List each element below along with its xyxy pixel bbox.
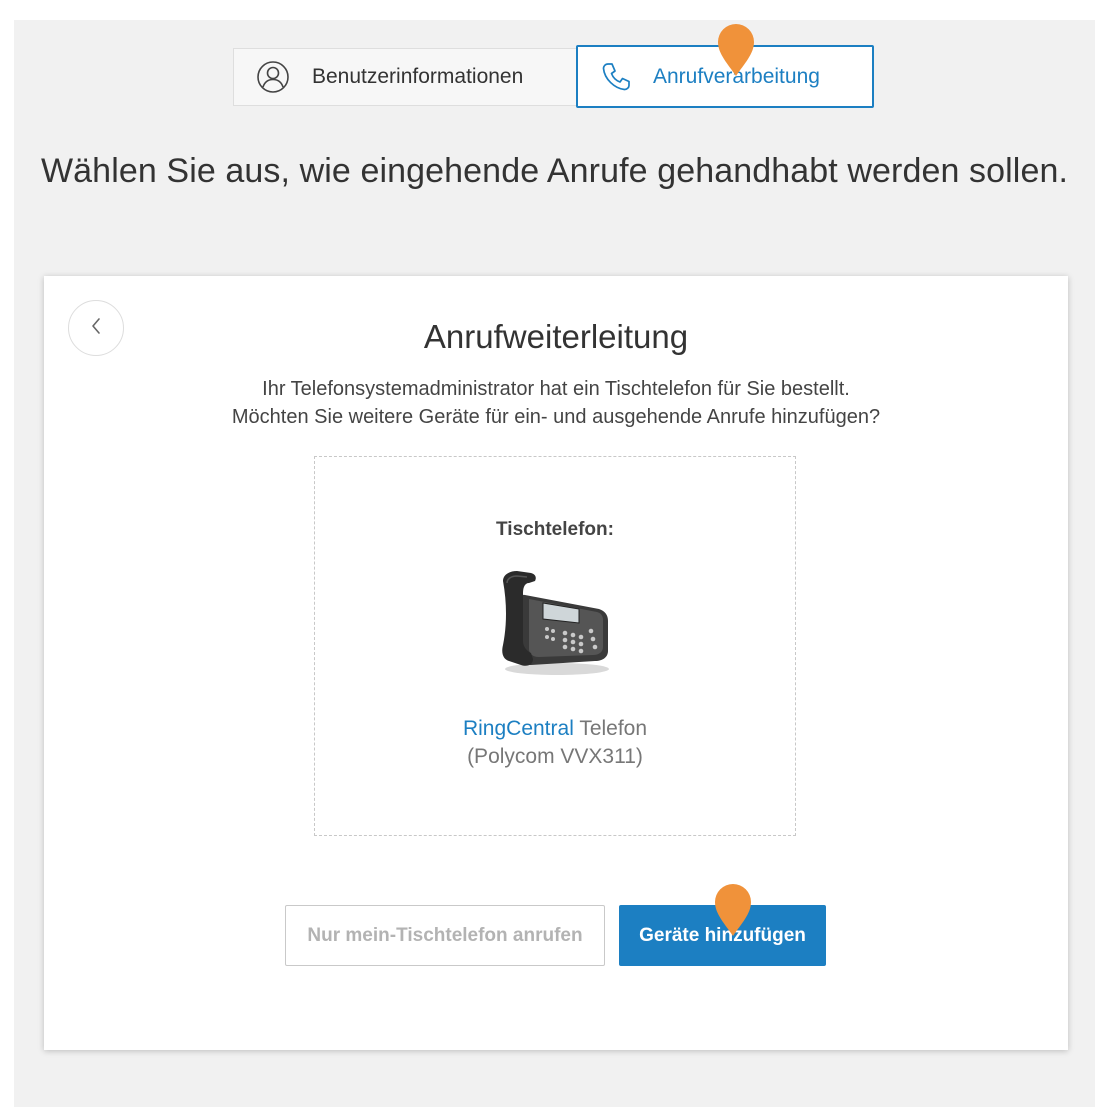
user-circle-icon	[256, 60, 290, 94]
device-box: Tischtelefon: RingCentral Telefon (Polyc…	[314, 456, 796, 836]
card-description: Ihr Telefonsystemadministrator hat ein T…	[44, 375, 1068, 431]
orange-marker-icon	[715, 884, 751, 936]
call-forwarding-card: Anrufweiterleitung Ihr Telefonsystemadmi…	[44, 276, 1068, 1050]
page-headline: Wählen Sie aus, wie eingehende Anrufe ge…	[40, 152, 1069, 190]
desk-phone-image	[502, 571, 609, 675]
call-desk-phone-only-button[interactable]: Nur mein-Tischtelefon anrufen	[285, 905, 605, 966]
device-type: Telefon	[573, 717, 648, 740]
tab-user-information[interactable]: Benutzerinformationen	[233, 48, 577, 106]
device-brand-line: RingCentral Telefon	[315, 715, 795, 743]
card-title: Anrufweiterleitung	[423, 318, 689, 355]
device-model: (Polycom VVX311)	[467, 745, 643, 768]
orange-marker-icon	[718, 24, 754, 76]
tab-user-information-label: Benutzerinformationen	[312, 65, 524, 88]
device-name: RingCentral Telefon (Polycom VVX311)	[315, 715, 795, 771]
page-background: Benutzerinformationen Anrufverarbeitung …	[14, 20, 1095, 1107]
card-description-line-1: Ihr Telefonsystemadministrator hat ein T…	[262, 378, 850, 400]
device-brand: RingCentral	[462, 717, 574, 740]
phone-icon	[599, 60, 633, 94]
device-label: Tischtelefon:	[496, 519, 614, 540]
card-description-line-2: Möchten Sie weitere Geräte für ein- und …	[231, 406, 881, 428]
